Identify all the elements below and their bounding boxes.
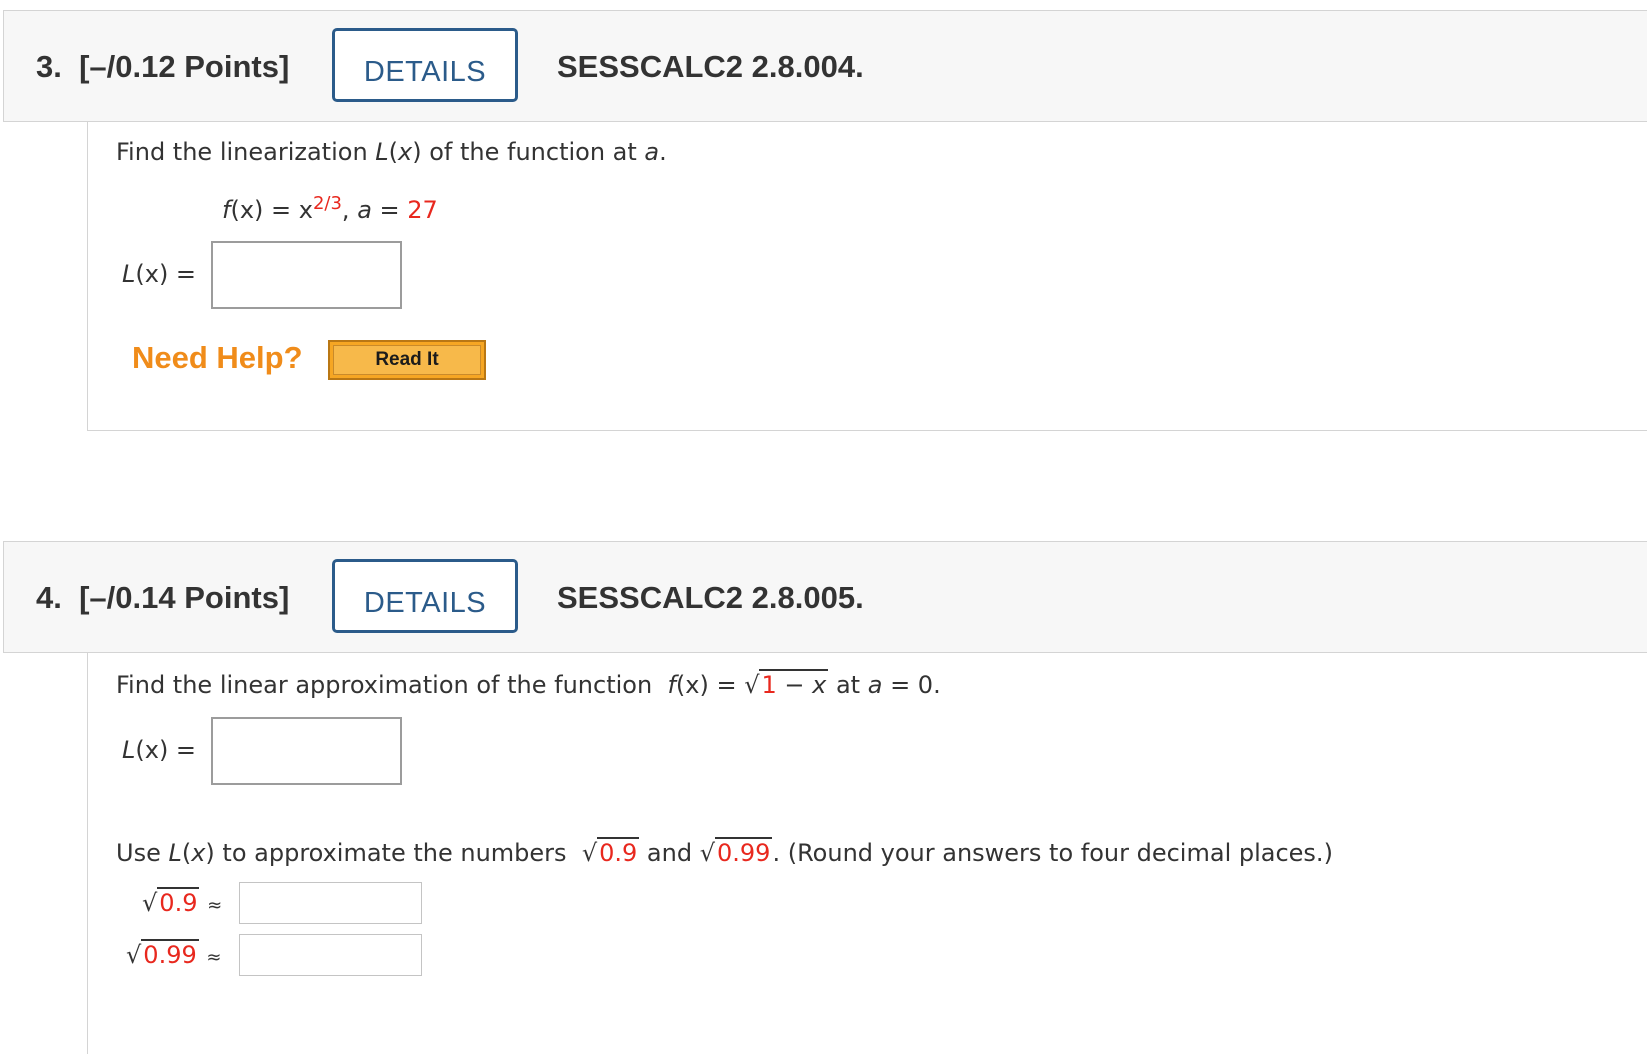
sqrt-symbol: √0.9 <box>581 837 640 867</box>
q4-prompt: Find the linear approximation of the fun… <box>116 669 941 699</box>
question-3-header: 3. [–/0.12 Points] DETAILS SESSCALC2 2.8… <box>3 10 1647 122</box>
sqrt-symbol: √0.99 <box>699 837 773 867</box>
details-button[interactable]: DETAILS <box>332 559 518 633</box>
details-button[interactable]: DETAILS <box>332 28 518 102</box>
approx-2-label: √0.99 ≈ <box>126 939 222 969</box>
question-number: 4. <box>36 580 62 615</box>
need-help-label: Need Help? <box>132 340 303 375</box>
sqrt-symbol: √0.9 <box>142 887 200 917</box>
read-it-label: Read It <box>333 345 481 375</box>
q4-answer-label: L(x) = <box>122 736 197 764</box>
points-label: [–/0.14 Points] <box>79 580 290 615</box>
q3-prompt: Find the linearization L(x) of the funct… <box>116 138 667 166</box>
question-3-points: 3. [–/0.12 Points] <box>36 49 289 85</box>
approx-1-label: √0.9 ≈ <box>142 887 223 917</box>
details-label: DETAILS <box>363 587 487 619</box>
approx-2-input[interactable] <box>239 934 422 976</box>
points-label: [–/0.12 Points] <box>79 49 290 84</box>
q3-answer-label: L(x) = <box>122 260 197 288</box>
approx-1-input[interactable] <box>239 882 422 924</box>
question-4-points: 4. [–/0.14 Points] <box>36 580 289 616</box>
read-it-button[interactable]: Read It <box>328 340 486 380</box>
question-4-header: 4. [–/0.14 Points] DETAILS SESSCALC2 2.8… <box>3 541 1647 653</box>
q3-answer-input[interactable] <box>211 241 402 309</box>
sqrt-symbol: √1 − x <box>744 669 829 699</box>
question-ref: SESSCALC2 2.8.005. <box>557 580 864 615</box>
q3-function: f(x) = x2/3, a = 27 <box>222 193 438 224</box>
q4-answer-input[interactable] <box>211 717 402 785</box>
question-number: 3. <box>36 49 62 84</box>
q4-use-prompt: Use L(x) to approximate the numbers √0.9… <box>116 837 1333 867</box>
details-label: DETAILS <box>363 56 487 88</box>
sqrt-symbol: √0.99 <box>126 939 199 969</box>
question-ref: SESSCALC2 2.8.004. <box>557 49 864 84</box>
